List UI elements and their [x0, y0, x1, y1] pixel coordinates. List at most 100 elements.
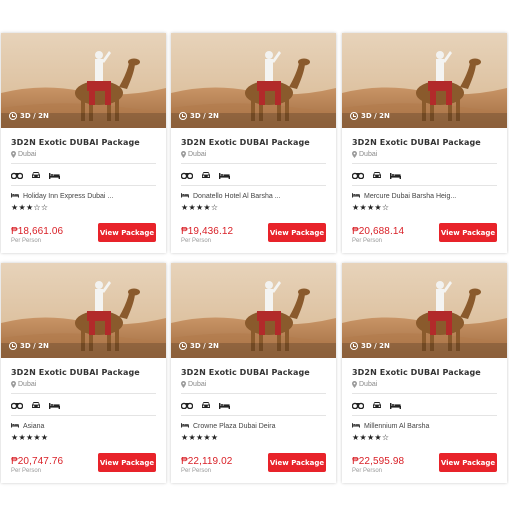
view-package-button[interactable]: View Package — [98, 223, 156, 242]
package-title[interactable]: 3D2N Exotic DUBAI Package — [181, 138, 326, 147]
bed-icon — [390, 396, 401, 414]
package-title[interactable]: 3D2N Exotic DUBAI Package — [11, 368, 156, 377]
divider — [352, 163, 497, 164]
package-card[interactable]: 3D / 2N 3D2N Exotic DUBAI Package Dubai … — [1, 263, 166, 483]
bed-icon — [352, 192, 360, 200]
bed-icon — [181, 422, 189, 430]
location: Dubai — [11, 151, 156, 158]
bed-icon — [11, 192, 19, 200]
location-text: Dubai — [188, 381, 207, 388]
amenities — [180, 170, 326, 180]
bed-icon — [181, 192, 189, 200]
divider — [11, 163, 156, 164]
package-card[interactable]: 3D / 2N 3D2N Exotic DUBAI Package Dubai … — [171, 33, 336, 253]
package-photo[interactable]: 3D / 2N — [1, 263, 166, 358]
map-pin-icon — [11, 151, 16, 158]
hotel-name: Holiday Inn Express Dubai ... — [11, 192, 156, 200]
divider — [181, 415, 326, 416]
map-pin-icon — [352, 151, 357, 158]
hotel-name-text: Holiday Inn Express Dubai ... — [23, 192, 114, 200]
hotel-name: Millennium Al Barsha — [352, 422, 497, 430]
view-package-button[interactable]: View Package — [98, 453, 156, 472]
package-card[interactable]: 3D / 2N 3D2N Exotic DUBAI Package Dubai … — [342, 33, 507, 253]
card-body: 3D2N Exotic DUBAI Package Dubai Mercure … — [351, 128, 497, 212]
amenities — [351, 400, 497, 410]
divider — [352, 415, 497, 416]
divider — [181, 163, 326, 164]
star-rating: ★★★★★ — [11, 433, 49, 442]
location: Dubai — [352, 151, 497, 158]
divider — [11, 393, 156, 394]
hotel-name-text: Mercure Dubai Barsha Heig... — [364, 192, 457, 200]
clock-icon — [350, 112, 358, 120]
divider — [181, 185, 326, 186]
amenities — [10, 400, 156, 410]
car-icon — [31, 396, 41, 414]
car-icon — [372, 166, 382, 184]
duration-badge: 3D / 2N — [179, 112, 219, 120]
location-text: Dubai — [18, 381, 37, 388]
star-rating: ★★★☆☆ — [11, 203, 49, 212]
location-text: Dubai — [359, 151, 378, 158]
star-rating: ★★★★☆ — [181, 203, 219, 212]
package-photo[interactable]: 3D / 2N — [1, 33, 166, 128]
map-pin-icon — [352, 381, 357, 388]
binoculars-icon — [180, 396, 194, 414]
duration-text: 3D / 2N — [20, 112, 49, 120]
amenities — [351, 170, 497, 180]
package-card[interactable]: 3D / 2N 3D2N Exotic DUBAI Package Dubai … — [342, 263, 507, 483]
location: Dubai — [181, 151, 326, 158]
star-rating: ★★★★★ — [181, 433, 219, 442]
map-pin-icon — [11, 381, 16, 388]
view-package-button[interactable]: View Package — [439, 453, 497, 472]
divider — [181, 393, 326, 394]
location: Dubai — [181, 381, 326, 388]
package-title[interactable]: 3D2N Exotic DUBAI Package — [181, 368, 326, 377]
card-body: 3D2N Exotic DUBAI Package Dubai Asiana ★… — [10, 358, 156, 442]
bed-icon — [49, 396, 60, 414]
card-body: 3D2N Exotic DUBAI Package Dubai Donatell… — [180, 128, 326, 212]
binoculars-icon — [180, 166, 194, 184]
package-photo[interactable]: 3D / 2N — [342, 33, 507, 128]
bed-icon — [11, 422, 19, 430]
hotel-name: Crowne Plaza Dubai Deira — [181, 422, 326, 430]
bed-icon — [219, 166, 230, 184]
clock-icon — [9, 342, 17, 350]
binoculars-icon — [351, 396, 365, 414]
view-package-button[interactable]: View Package — [439, 223, 497, 242]
package-card[interactable]: 3D / 2N 3D2N Exotic DUBAI Package Dubai … — [171, 263, 336, 483]
divider — [11, 415, 156, 416]
duration-badge: 3D / 2N — [350, 342, 390, 350]
location-text: Dubai — [188, 151, 207, 158]
bed-icon — [49, 166, 60, 184]
card-body: 3D2N Exotic DUBAI Package Dubai Holiday … — [10, 128, 156, 212]
star-rating: ★★★★☆ — [352, 433, 390, 442]
amenities — [180, 400, 326, 410]
hotel-name-text: Millennium Al Barsha — [364, 422, 430, 430]
bed-icon — [390, 166, 401, 184]
hotel-name: Mercure Dubai Barsha Heig... — [352, 192, 497, 200]
duration-badge: 3D / 2N — [179, 342, 219, 350]
package-photo[interactable]: 3D / 2N — [342, 263, 507, 358]
view-package-button[interactable]: View Package — [268, 453, 326, 472]
duration-text: 3D / 2N — [20, 342, 49, 350]
car-icon — [372, 396, 382, 414]
package-card[interactable]: 3D / 2N 3D2N Exotic DUBAI Package Dubai … — [1, 33, 166, 253]
view-package-button[interactable]: View Package — [268, 223, 326, 242]
divider — [11, 185, 156, 186]
package-photo[interactable]: 3D / 2N — [171, 33, 336, 128]
hotel-name: Asiana — [11, 422, 156, 430]
location: Dubai — [11, 381, 156, 388]
card-body: 3D2N Exotic DUBAI Package Dubai Crowne P… — [180, 358, 326, 442]
duration-text: 3D / 2N — [190, 112, 219, 120]
hotel-name-text: Crowne Plaza Dubai Deira — [193, 422, 276, 430]
star-rating: ★★★★☆ — [352, 203, 390, 212]
bed-icon — [219, 396, 230, 414]
package-photo[interactable]: 3D / 2N — [171, 263, 336, 358]
card-body: 3D2N Exotic DUBAI Package Dubai Millenni… — [351, 358, 497, 442]
package-title[interactable]: 3D2N Exotic DUBAI Package — [11, 138, 156, 147]
package-title[interactable]: 3D2N Exotic DUBAI Package — [352, 138, 497, 147]
package-title[interactable]: 3D2N Exotic DUBAI Package — [352, 368, 497, 377]
map-pin-icon — [181, 381, 186, 388]
divider — [352, 393, 497, 394]
